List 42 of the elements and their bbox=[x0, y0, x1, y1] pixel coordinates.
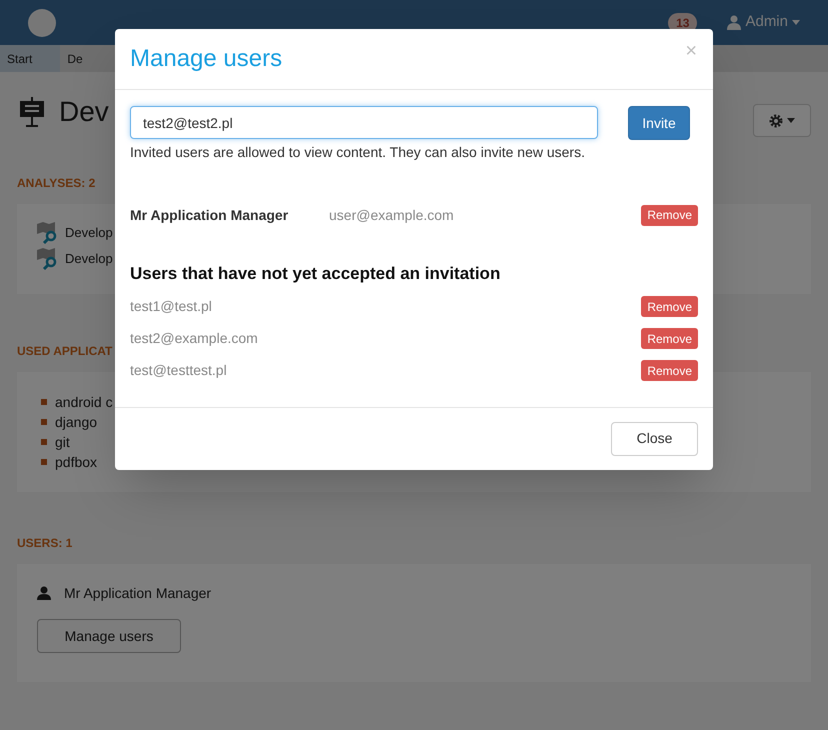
breadcrumb-link[interactable]: De bbox=[60, 45, 111, 72]
remove-button[interactable]: Remove bbox=[641, 328, 698, 349]
close-button[interactable]: Close bbox=[611, 422, 698, 456]
logo-icon bbox=[28, 8, 56, 36]
settings-button[interactable] bbox=[753, 104, 811, 137]
presentation-board-icon bbox=[19, 97, 45, 127]
analysis-link[interactable]: Develop bbox=[65, 223, 113, 243]
member-email: user@example.com bbox=[329, 206, 454, 225]
help-text: Invited users are allowed to view content. They can also invite new users. bbox=[130, 143, 586, 162]
section-heading: ANALYSES: 2 bbox=[17, 175, 96, 192]
application-name: django bbox=[55, 412, 98, 432]
member-name: Mr Application Manager bbox=[130, 206, 290, 225]
email-field[interactable]: test2@test2.pl bbox=[130, 106, 598, 139]
bullet-icon bbox=[41, 459, 47, 465]
section-heading: Users that have not yet accepted an invitation bbox=[130, 263, 502, 285]
invite-button[interactable]: Invite bbox=[628, 106, 690, 140]
pending-email: test@testtest.pl bbox=[130, 361, 227, 380]
bullet-icon bbox=[41, 439, 47, 445]
bullet-icon bbox=[41, 399, 47, 405]
application-name: android c bbox=[55, 392, 113, 412]
user-icon bbox=[727, 15, 742, 30]
application-name: git bbox=[55, 432, 70, 452]
application-name: pdfbox bbox=[55, 452, 98, 472]
modal-title: Manage users bbox=[130, 44, 282, 74]
breadcrumb-link[interactable]: Start bbox=[0, 45, 60, 72]
caret-icon bbox=[787, 118, 795, 123]
remove-button[interactable]: Remove bbox=[641, 360, 698, 381]
user-name: Mr Application Manager bbox=[64, 584, 212, 603]
remove-button[interactable]: Remove bbox=[641, 204, 698, 226]
section-heading: USERS: 1 bbox=[17, 535, 74, 552]
pending-email: test1@test.pl bbox=[130, 297, 212, 316]
analysis-link[interactable]: Develop bbox=[65, 249, 113, 269]
caret-icon bbox=[792, 20, 800, 25]
user-icon bbox=[37, 586, 51, 600]
pending-email: test2@example.com bbox=[130, 329, 258, 348]
section-heading: USED APPLICAT bbox=[17, 343, 114, 360]
manage-users-button[interactable]: Manage users bbox=[37, 619, 181, 653]
user-menu[interactable]: Admin bbox=[727, 11, 800, 34]
page-title: Dev bbox=[59, 95, 109, 129]
bullet-icon bbox=[41, 419, 47, 425]
settings-icon bbox=[769, 114, 783, 128]
remove-button[interactable]: Remove bbox=[641, 296, 698, 317]
